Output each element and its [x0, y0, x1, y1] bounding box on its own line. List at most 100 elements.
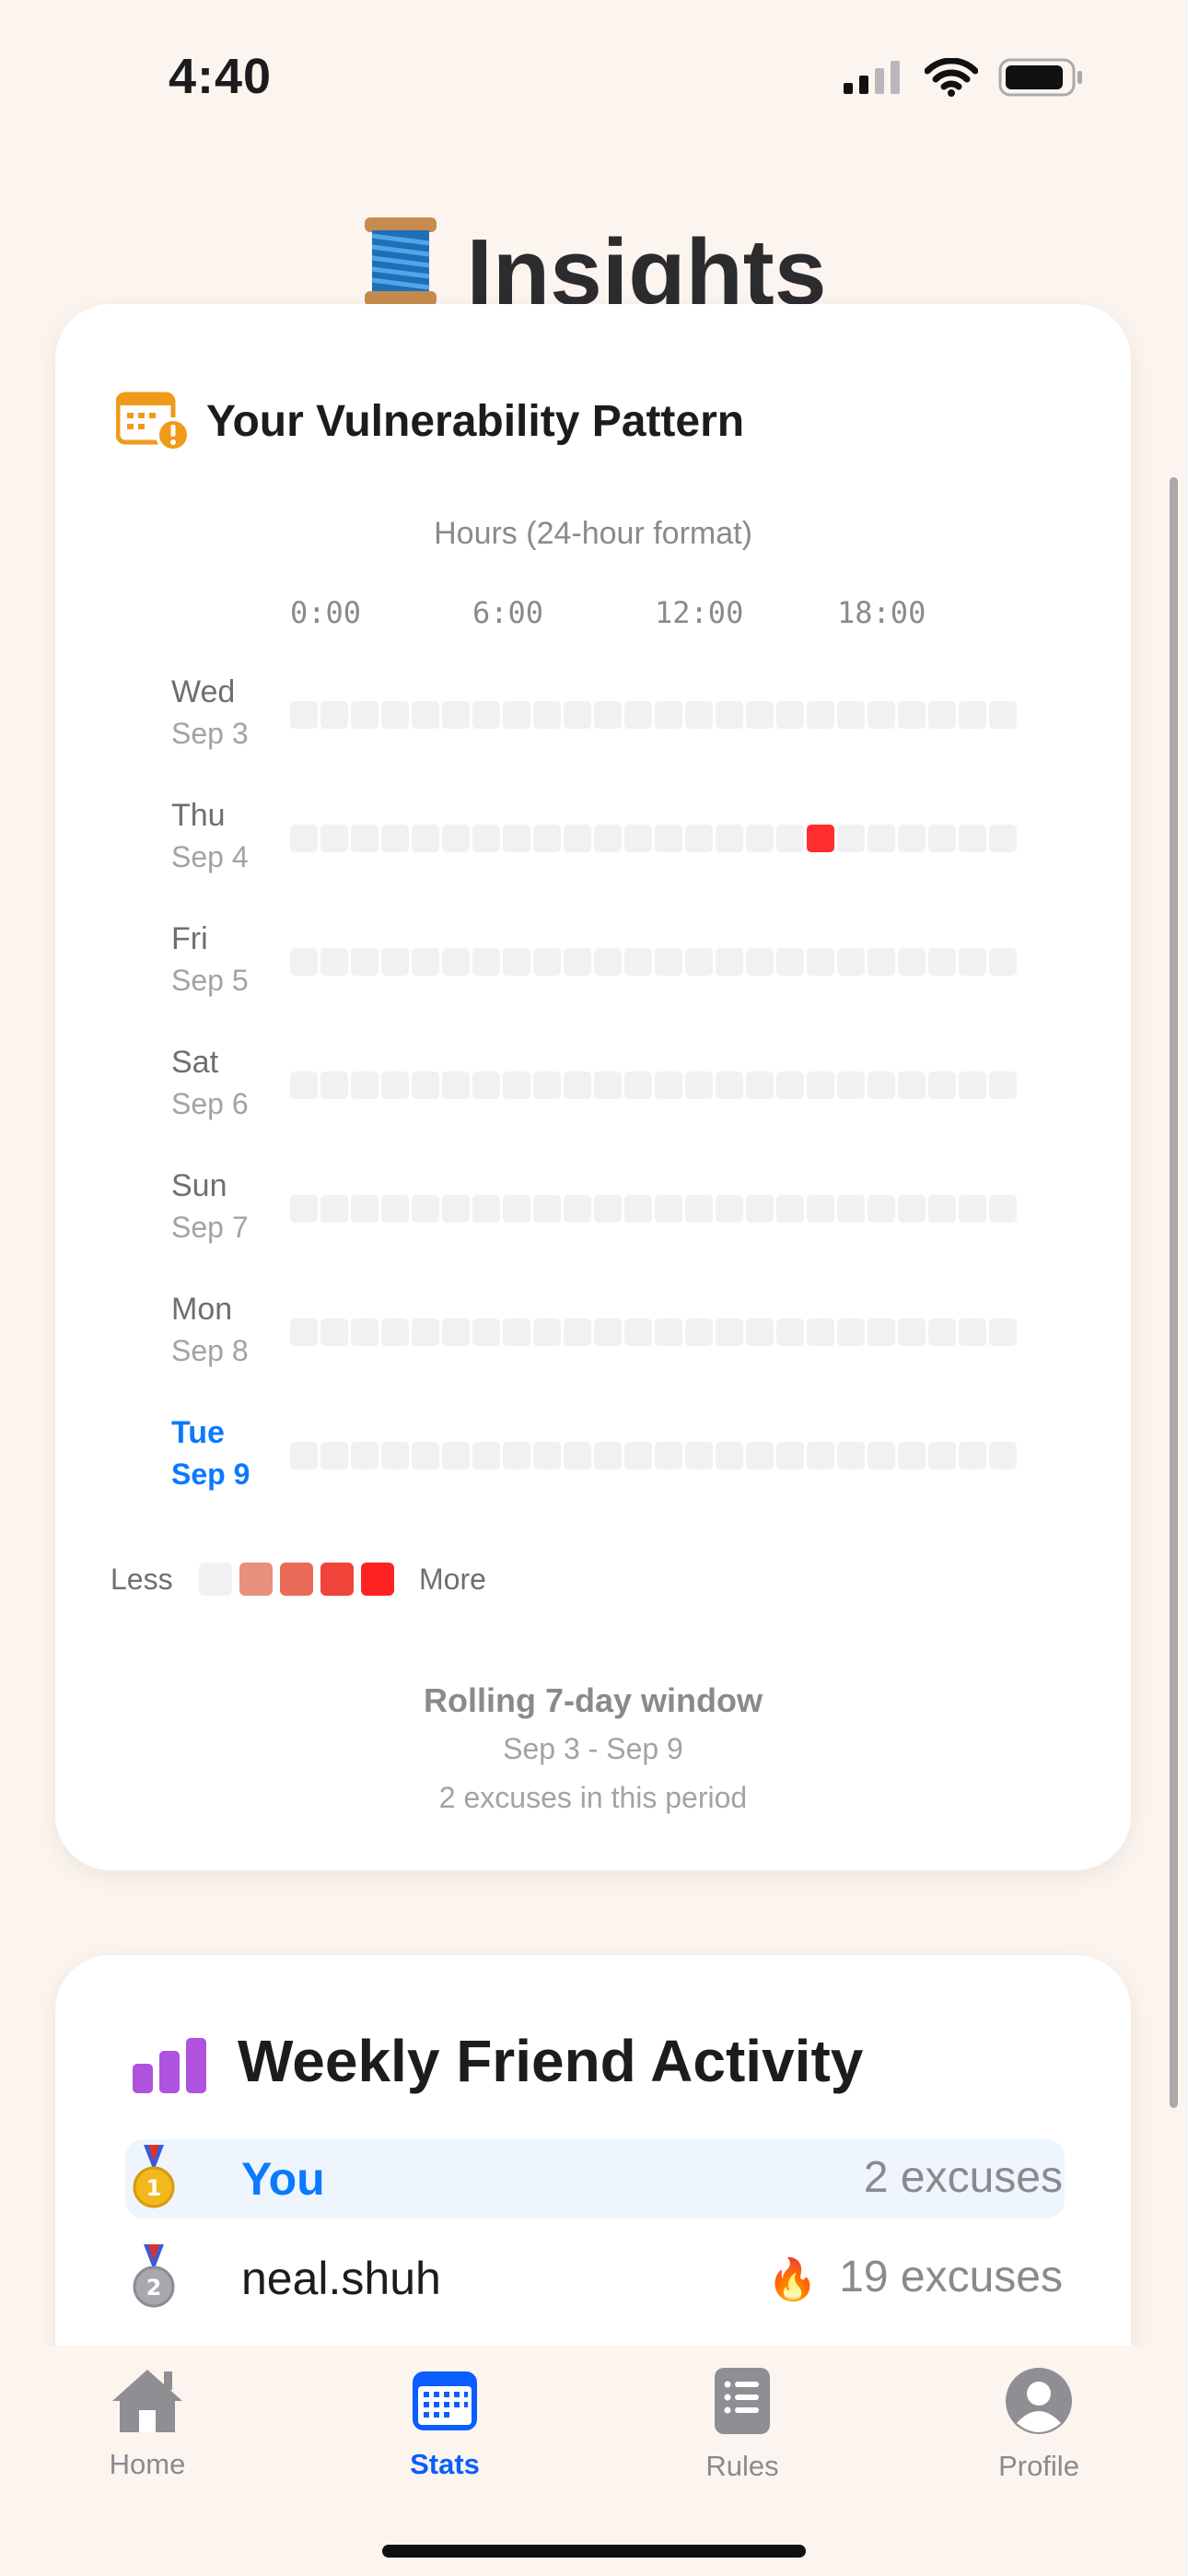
- heatmap-cell[interactable]: [989, 948, 1017, 976]
- heatmap-cell[interactable]: [320, 948, 348, 976]
- heatmap-cell[interactable]: [868, 948, 895, 976]
- heatmap-cell[interactable]: [837, 701, 865, 729]
- heatmap-cell[interactable]: [290, 825, 318, 852]
- heatmap-cell[interactable]: [685, 1442, 713, 1469]
- heatmap-cell[interactable]: [928, 1442, 956, 1469]
- heatmap-cell[interactable]: [746, 948, 774, 976]
- heatmap-cell[interactable]: [898, 1071, 926, 1099]
- heatmap-cell[interactable]: [685, 1071, 713, 1099]
- heatmap-cell[interactable]: [320, 1195, 348, 1223]
- home-indicator[interactable]: [382, 2545, 806, 2558]
- heatmap-cell[interactable]: [716, 948, 743, 976]
- heatmap-cell[interactable]: [716, 701, 743, 729]
- heatmap-cell[interactable]: [898, 948, 926, 976]
- heatmap-cell[interactable]: [716, 1318, 743, 1346]
- heatmap-cell[interactable]: [320, 1442, 348, 1469]
- heatmap-cell[interactable]: [412, 1318, 439, 1346]
- heatmap-cell[interactable]: [381, 1195, 409, 1223]
- heatmap-cell[interactable]: [351, 825, 379, 852]
- heatmap-cell[interactable]: [776, 1318, 804, 1346]
- heatmap-cell[interactable]: [564, 701, 591, 729]
- heatmap-cell[interactable]: [533, 701, 561, 729]
- heatmap-cell[interactable]: [290, 1195, 318, 1223]
- heatmap-cell[interactable]: [412, 948, 439, 976]
- heatmap-cell[interactable]: [807, 1318, 834, 1346]
- heatmap-cell[interactable]: [746, 1318, 774, 1346]
- heatmap-cell[interactable]: [898, 825, 926, 852]
- leaderboard-row-neal-shuh[interactable]: 2 neal.shuh 🔥 19 excuses: [125, 2239, 1065, 2318]
- heatmap-cell[interactable]: [442, 948, 470, 976]
- leaderboard-row-you[interactable]: 1 You 2 excuses: [125, 2139, 1065, 2219]
- heatmap-cell[interactable]: [837, 825, 865, 852]
- heatmap-cell[interactable]: [655, 1195, 682, 1223]
- tab-home[interactable]: Home: [55, 2366, 239, 2481]
- heatmap-cell[interactable]: [928, 948, 956, 976]
- heatmap-cell[interactable]: [716, 1071, 743, 1099]
- heatmap-cell[interactable]: [807, 1195, 834, 1223]
- heatmap-cell[interactable]: [624, 1071, 652, 1099]
- heatmap-cell[interactable]: [837, 1318, 865, 1346]
- heatmap-cell[interactable]: [381, 825, 409, 852]
- heatmap-cell[interactable]: [351, 701, 379, 729]
- heatmap-cell[interactable]: [685, 1195, 713, 1223]
- heatmap-cell[interactable]: [503, 1071, 530, 1099]
- heatmap-cell[interactable]: [868, 1318, 895, 1346]
- heatmap-cell[interactable]: [533, 1071, 561, 1099]
- heatmap-cell[interactable]: [472, 948, 500, 976]
- heatmap-cell[interactable]: [868, 1195, 895, 1223]
- heatmap-cell[interactable]: [868, 825, 895, 852]
- heatmap-cell[interactable]: [807, 701, 834, 729]
- heatmap-cell[interactable]: [412, 701, 439, 729]
- heatmap-cell[interactable]: [837, 1071, 865, 1099]
- heatmap-cell[interactable]: [837, 1195, 865, 1223]
- heatmap-cell[interactable]: [564, 825, 591, 852]
- heatmap-cell[interactable]: [685, 948, 713, 976]
- heatmap-cell[interactable]: [928, 701, 956, 729]
- heatmap-cell[interactable]: [503, 1195, 530, 1223]
- heatmap-cell[interactable]: [898, 1195, 926, 1223]
- heatmap-cell[interactable]: [989, 1318, 1017, 1346]
- heatmap-cell[interactable]: [594, 825, 622, 852]
- heatmap-cell[interactable]: [868, 1071, 895, 1099]
- heatmap-cell[interactable]: [564, 1195, 591, 1223]
- heatmap-cell[interactable]: [381, 1318, 409, 1346]
- heatmap-cell[interactable]: [746, 701, 774, 729]
- heatmap-cell[interactable]: [442, 1195, 470, 1223]
- heatmap-cell[interactable]: [351, 1318, 379, 1346]
- heatmap-cell[interactable]: [320, 1318, 348, 1346]
- heatmap-cell[interactable]: [320, 1071, 348, 1099]
- heatmap-cell[interactable]: [472, 825, 500, 852]
- heatmap-cell[interactable]: [533, 1318, 561, 1346]
- heatmap-cell[interactable]: [655, 825, 682, 852]
- heatmap-cell[interactable]: [868, 701, 895, 729]
- scrollbar[interactable]: [1170, 477, 1178, 2108]
- heatmap-cell[interactable]: [472, 1318, 500, 1346]
- heatmap-cell[interactable]: [442, 1071, 470, 1099]
- heatmap-cell[interactable]: [655, 948, 682, 976]
- heatmap-cell[interactable]: [807, 948, 834, 976]
- heatmap-cell[interactable]: [320, 825, 348, 852]
- heatmap-cell[interactable]: [898, 1442, 926, 1469]
- heatmap-cell[interactable]: [624, 948, 652, 976]
- heatmap-cell[interactable]: [959, 1071, 986, 1099]
- heatmap-cell[interactable]: [837, 1442, 865, 1469]
- heatmap-cell[interactable]: [898, 701, 926, 729]
- heatmap-cell[interactable]: [655, 1318, 682, 1346]
- heatmap-cell[interactable]: [685, 825, 713, 852]
- heatmap-cell[interactable]: [290, 948, 318, 976]
- heatmap-cell[interactable]: [655, 1071, 682, 1099]
- heatmap-cell[interactable]: [685, 1318, 713, 1346]
- heatmap-cell[interactable]: [776, 1071, 804, 1099]
- heatmap-cell[interactable]: [716, 1195, 743, 1223]
- heatmap-cell[interactable]: [959, 701, 986, 729]
- heatmap-cell[interactable]: [928, 1195, 956, 1223]
- heatmap-cell[interactable]: [381, 948, 409, 976]
- heatmap-cell[interactable]: [381, 1071, 409, 1099]
- heatmap-cell[interactable]: [746, 1071, 774, 1099]
- heatmap-cell[interactable]: [290, 1071, 318, 1099]
- heatmap-cell[interactable]: [351, 1442, 379, 1469]
- heatmap-cell[interactable]: [594, 1071, 622, 1099]
- heatmap-cell[interactable]: [776, 1195, 804, 1223]
- heatmap-cell[interactable]: [959, 1195, 986, 1223]
- heatmap-cell[interactable]: [655, 701, 682, 729]
